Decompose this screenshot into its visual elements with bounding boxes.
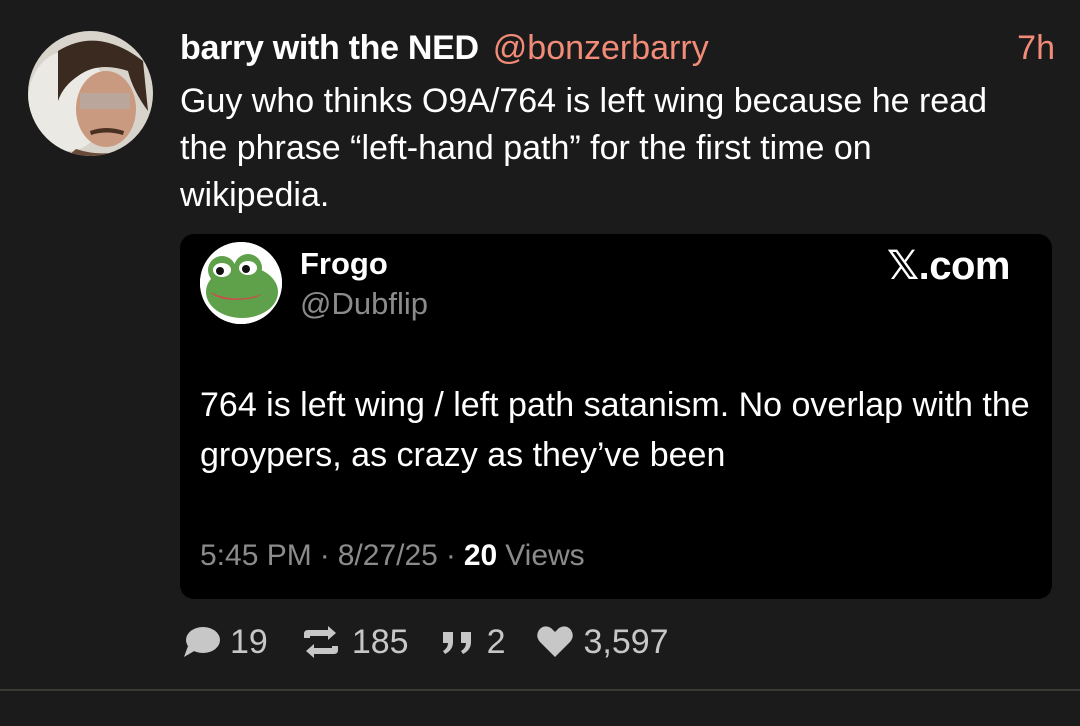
quote-date: 8/27/25: [337, 539, 438, 572]
author-avatar[interactable]: [28, 31, 153, 156]
meta-separator: ·: [319, 539, 330, 572]
quote-button[interactable]: 2: [439, 622, 506, 662]
quote-count: 2: [486, 622, 506, 661]
heart-icon: [537, 626, 574, 657]
quote-text: 764 is left wing / left path satanism. N…: [200, 386, 1030, 474]
reply-count: 19: [230, 622, 268, 661]
views-label: Views: [505, 539, 585, 572]
quote-avatar[interactable]: [200, 242, 282, 324]
quote-meta: 5:45 PM · 8/27/25 · 20 Views: [200, 536, 585, 576]
meta-separator: ·: [445, 539, 456, 572]
frog-avatar-icon: [200, 242, 282, 324]
quote-author-handle[interactable]: @Dubflip: [300, 284, 428, 324]
quote-author-name[interactable]: Frogo: [300, 244, 388, 284]
post: barry with the NED @bonzerbarry 7h Guy w…: [0, 0, 1080, 726]
repost-button[interactable]: 185: [298, 623, 409, 662]
quote-marks-icon: [442, 632, 471, 654]
like-button[interactable]: 3,597: [535, 622, 669, 662]
reply-bubble-icon: [184, 627, 220, 657]
engagement-bar: 19 185 2 3,597: [180, 620, 699, 664]
post-timestamp[interactable]: 7h: [1017, 26, 1055, 70]
repost-icon: [303, 626, 338, 658]
author-name[interactable]: barry with the NED: [180, 26, 479, 70]
views-count: 20: [463, 539, 498, 572]
quote-time: 5:45 PM: [200, 539, 312, 572]
post-header: barry with the NED @bonzerbarry 7h: [180, 26, 1055, 70]
quoted-tweet-card[interactable]: Frogo @Dubflip 𝕏.com 764 is left wing / …: [180, 234, 1052, 599]
user-photo-avatar-icon: [28, 31, 153, 156]
like-count: 3,597: [583, 622, 669, 661]
reply-button[interactable]: 19: [180, 623, 268, 662]
post-body: Guy who thinks O9A/764 is left wing beca…: [180, 82, 988, 214]
divider: [0, 689, 1080, 691]
x-logo-icon: 𝕏.com: [886, 244, 1011, 288]
author-handle[interactable]: @bonzerbarry: [493, 26, 709, 70]
repost-count: 185: [351, 622, 409, 661]
